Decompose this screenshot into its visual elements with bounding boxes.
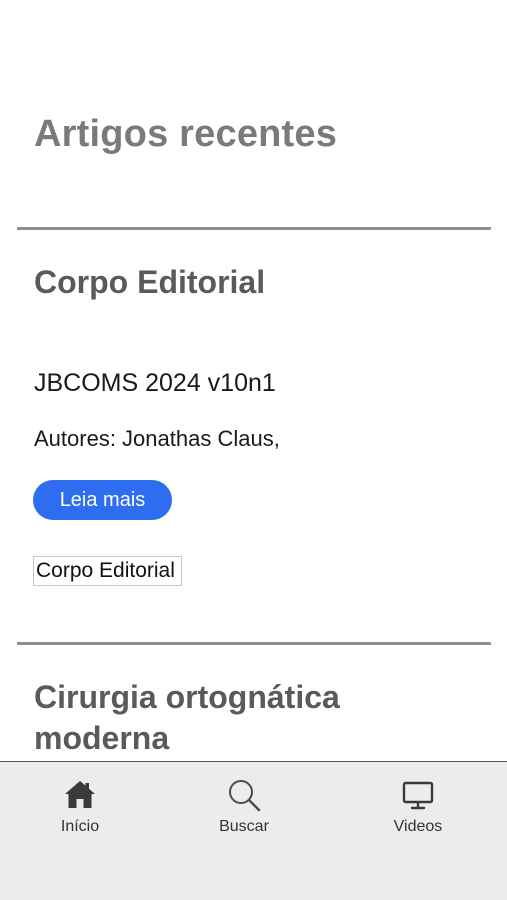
tab-videos-label: Videos [393,818,443,835]
home-icon [65,781,95,808]
app-screen: Artigos recentes Corpo Editorial JBCOMS … [0,0,507,900]
monitor-icon [402,781,434,810]
search-icon [229,780,261,812]
divider [17,642,491,645]
articles-scroll-area[interactable]: Artigos recentes Corpo Editorial JBCOMS … [0,0,507,762]
article-subtitle: JBCOMS 2024 v10n1 [34,369,276,397]
article-title[interactable]: Corpo Editorial [34,262,265,303]
category-tag[interactable]: Corpo Editorial [33,556,182,586]
tab-videos[interactable]: Videos [358,778,478,836]
article-authors: Autores: Jonathas Claus, [34,426,280,451]
article-title[interactable]: Cirurgia ortognática moderna [34,677,474,759]
divider [17,227,491,230]
tab-home[interactable]: Início [20,778,140,836]
tab-search[interactable]: Buscar [184,778,304,836]
page-title: Artigos recentes [34,113,338,155]
tab-search-label: Buscar [219,818,269,835]
tab-home-label: Início [60,818,100,835]
read-more-button[interactable]: Leia mais [33,480,172,520]
bottom-tab-bar: Início Buscar Videos [0,761,507,900]
